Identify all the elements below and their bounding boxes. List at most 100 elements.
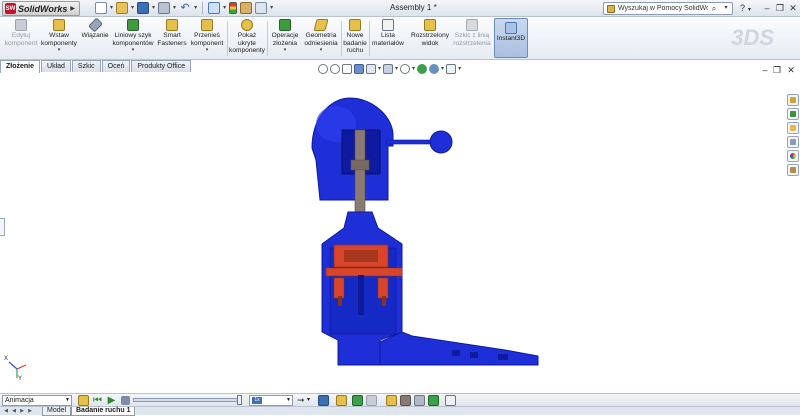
autokey-icon[interactable] [352,395,363,406]
chevron-down-icon[interactable]: ▾ [284,47,287,53]
last-tab-icon[interactable]: ▶ [26,407,34,415]
edit-appearance-icon[interactable] [417,64,428,74]
show-hidden-components-button[interactable]: Pokaż ukryte komponenty [229,19,265,55]
spring-icon[interactable] [400,395,411,406]
search-input[interactable]: Wyszukaj w Pomocy SolidWorks [618,5,708,12]
select-icon[interactable] [208,2,221,14]
design-library-icon[interactable] [787,108,799,120]
tab-evaluate[interactable]: Oceń [101,60,131,72]
gravity-icon[interactable] [428,395,439,406]
contact-icon[interactable] [414,395,425,406]
stop-icon[interactable] [121,396,130,405]
rebuild-icon[interactable] [229,2,238,14]
save-animation-icon[interactable] [318,395,329,406]
chevron-down-icon[interactable]: ▾ [110,2,113,14]
appearances-icon[interactable] [787,150,799,162]
tab-layout[interactable]: Układ [41,60,71,72]
tab-assembly[interactable]: Złożenie [0,60,41,73]
view-palette-icon[interactable] [787,136,799,148]
chevron-down-icon[interactable]: ▾ [378,64,381,74]
instant3d-button[interactable]: Instant3D [494,18,528,58]
chevron-down-icon[interactable]: ▾ [152,2,155,14]
explode-line-sketch-button[interactable]: Szkic z linią rozstrzelenia [452,19,492,47]
chevron-down-icon[interactable]: ▾ [458,64,461,74]
apply-scene-icon[interactable] [429,64,440,74]
viewport-minimize-button[interactable]: – [760,65,770,75]
chevron-down-icon[interactable]: ▾ [132,47,135,53]
view-orientation-icon[interactable] [366,64,376,74]
chevron-down-icon[interactable]: ▾ [223,2,226,14]
button-label: Wiązanie [81,32,109,39]
reference-geometry-button[interactable]: Geometria odniesienia ▾ [303,19,339,53]
new-motion-study-button[interactable]: Nowe badanie ruchu [342,19,368,55]
chevron-down-icon[interactable]: ▾ [307,395,318,406]
motor-icon[interactable] [386,395,397,406]
assembly-model-viewport[interactable] [300,92,545,370]
chevron-down-icon[interactable]: ▾ [194,2,197,14]
viewport-restore-button[interactable]: ❐ [772,65,782,76]
linear-pattern-button[interactable]: Liniowy szyk komponentów ▾ [111,19,155,53]
smart-fasteners-button[interactable]: Smart Fasteners [157,19,187,47]
chevron-down-icon[interactable]: ▾ [173,2,176,14]
first-tab-icon[interactable]: ◀ [2,407,10,415]
playback-mode-select[interactable]: 1x ▼ [249,395,293,406]
viewport-close-button[interactable]: ✕ [786,65,796,76]
search-button[interactable]: ⌕ [708,3,720,14]
open-icon[interactable] [116,2,129,14]
insert-components-button[interactable]: Wstaw komponenty ▾ [39,19,79,53]
play-icon[interactable]: ▶ [106,395,117,406]
chevron-down-icon[interactable]: ▾ [412,64,415,74]
help-search-box[interactable]: Wyszukaj w Pomocy SolidWorks ⌕ ▾ [603,2,733,15]
display-style-icon[interactable] [383,64,394,74]
chevron-down-icon[interactable]: ▾ [720,3,732,14]
playback-slider[interactable] [133,395,242,405]
hide-show-icon[interactable] [400,64,411,74]
tab-office-products[interactable]: Produkty Office [131,60,192,72]
calculate-icon[interactable] [78,395,89,406]
next-tab-icon[interactable]: ▶ [18,407,26,415]
assembly-features-button[interactable]: Operacje złożenia ▾ [269,19,301,53]
chevron-down-icon[interactable]: ▾ [206,47,209,53]
bill-of-materials-button[interactable]: Lista materiałów [370,19,406,47]
view-settings-icon[interactable] [446,64,457,74]
add-key-icon[interactable] [366,395,377,406]
section-view-icon[interactable] [354,64,364,74]
play-from-start-icon[interactable]: ⏮ [92,395,103,406]
zoom-to-fit-icon[interactable] [318,64,328,74]
slider-thumb[interactable] [237,395,242,405]
minimize-button[interactable]: – [762,3,772,13]
chevron-down-icon[interactable]: ▾ [270,2,273,14]
mate-button[interactable]: Wiązanie [81,17,109,40]
move-component-button[interactable]: Przenieś komponent ▾ [190,19,224,53]
undo-icon[interactable]: ↶ [179,2,191,14]
file-explorer-icon[interactable] [787,122,799,134]
show-hidden-icon [241,19,253,31]
chevron-down-icon[interactable]: ▾ [131,2,134,14]
edit-component-button[interactable]: Edytuj komponent [4,19,38,47]
previous-tab-icon[interactable]: ◀ [10,407,18,415]
animation-wizard-icon[interactable] [336,395,347,406]
chevron-down-icon[interactable]: ▾ [441,64,444,74]
results-plots-icon[interactable] [445,395,456,406]
restore-button[interactable]: ❐ [775,3,785,13]
help-button[interactable]: ? [740,3,745,13]
chevron-down-icon[interactable]: ▾ [395,64,398,74]
save-icon[interactable] [137,2,150,14]
chevron-down-icon[interactable]: ▾ [58,47,61,53]
solidworks-menu-button[interactable]: SW SolidWorks ▶ [2,1,80,16]
options-icon[interactable] [255,2,268,14]
tab-sketch[interactable]: Szkic [71,60,101,72]
close-button[interactable]: ✕ [788,3,798,13]
exploded-view-button[interactable]: Rozstrzelony widok [409,19,451,47]
file-properties-icon[interactable] [240,2,253,14]
print-icon[interactable] [158,2,171,14]
feature-manager-expand-handle[interactable] [0,218,5,236]
previous-view-icon[interactable] [342,64,352,74]
zoom-area-icon[interactable] [330,64,340,74]
new-document-icon[interactable] [95,2,107,14]
study-type-select[interactable]: Animacja ▼ [2,395,72,406]
custom-properties-icon[interactable] [787,164,799,176]
chevron-down-icon[interactable]: ▾ [748,5,751,15]
chevron-down-icon[interactable]: ▾ [320,47,323,53]
home-icon[interactable] [787,94,799,106]
